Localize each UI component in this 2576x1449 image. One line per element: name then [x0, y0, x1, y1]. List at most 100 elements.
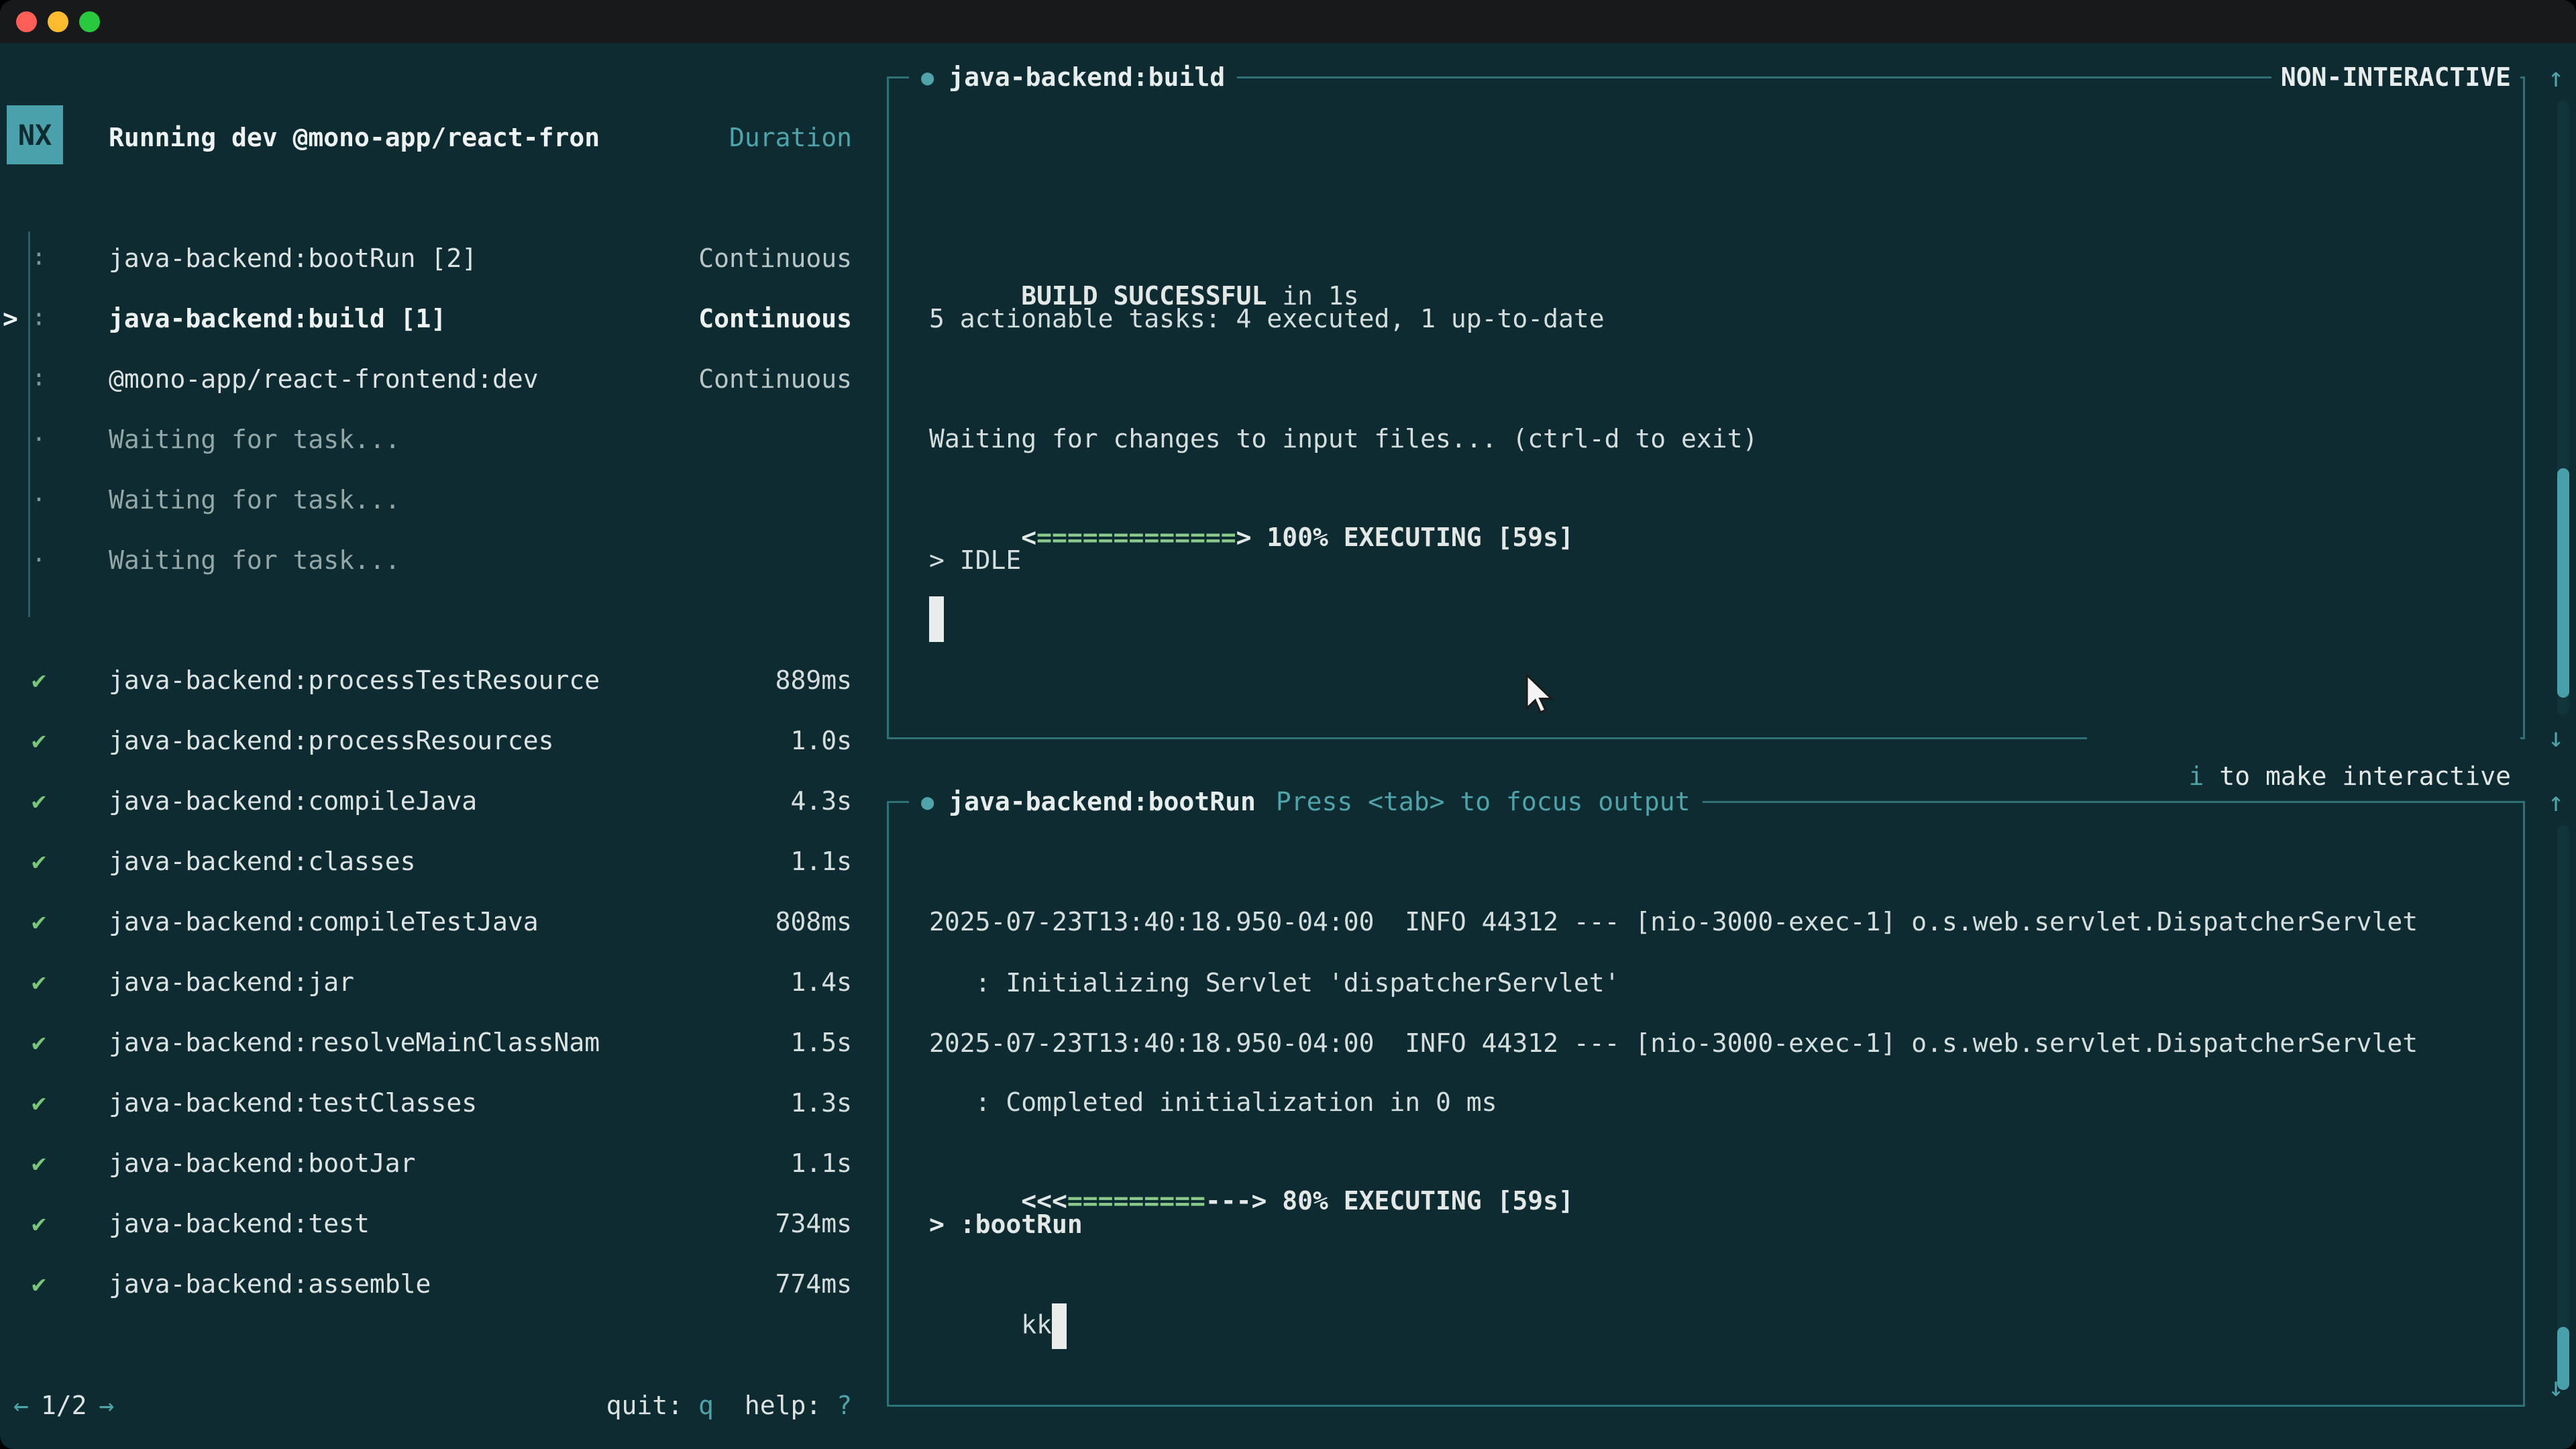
selected-task-pointer-icon: >: [3, 288, 18, 349]
task-success-check-icon: ✔: [27, 771, 51, 831]
task-name: java-backend:bootJar: [109, 1148, 416, 1178]
interactive-hint: i to make interactive: [2087, 720, 2520, 757]
bootrun-scrollbar-track[interactable]: [2557, 825, 2569, 1382]
task-state-icon: ∶: [27, 228, 51, 288]
task-state-icon: ·: [27, 409, 51, 470]
task-duration: 4.3s: [790, 786, 852, 816]
build-actionable-tasks-line: 5 actionable tasks: 4 executed, 1 up-to-…: [929, 300, 1605, 337]
scroll-up-icon[interactable]: ↑: [2537, 784, 2575, 821]
task-name: java-backend:compileTestJava: [109, 907, 539, 936]
interactive-hint-key[interactable]: i: [2189, 761, 2204, 791]
bootrun-prompt-line: > :bootRun: [929, 1205, 1083, 1243]
task-success-check-icon: ✔: [27, 650, 51, 710]
completed-task-row[interactable]: ✔ java-backend:assemble 774ms: [0, 1254, 872, 1314]
focus-output-hint: Press <tab> to focus output: [1276, 783, 1690, 820]
log-line: 2025-07-23T13:40:18.950-04:00 INFO 44312…: [929, 903, 2418, 941]
task-name: java-backend:jar: [109, 967, 354, 997]
duration-column-header: Duration: [729, 123, 852, 152]
build-panel-title-text: java-backend:build: [949, 58, 1225, 96]
task-name: java-backend:resolveMainClassNam: [109, 1028, 600, 1057]
scroll-down-icon[interactable]: ↓: [2537, 719, 2575, 757]
page-prev-arrow[interactable]: ←: [13, 1391, 29, 1420]
bootrun-panel-title-text: java-backend:bootRun: [949, 783, 1256, 820]
task-name: @mono-app/react-frontend:dev: [109, 364, 539, 394]
log-line: 2025-07-23T13:40:18.950-04:00 INFO 44312…: [929, 1024, 2418, 1062]
mouse-cursor: [1521, 672, 1555, 718]
completed-task-row[interactable]: ✔ java-backend:classes 1.1s: [0, 831, 872, 892]
running-task-row[interactable]: ∶ @mono-app/react-frontend:dev Continuou…: [0, 349, 872, 409]
sidebar-footer: ← 1/2 → quit: q help: ?: [0, 1379, 872, 1432]
completed-task-row[interactable]: ✔ java-backend:test 734ms: [0, 1193, 872, 1254]
bootrun-progress-line: <<<=========---> 80% EXECUTING [59s]: [929, 1144, 1574, 1182]
quit-key[interactable]: q: [698, 1391, 714, 1420]
running-task-row[interactable]: · Waiting for task...: [0, 409, 872, 470]
help-label: help:: [745, 1391, 837, 1420]
task-state-icon: ∶: [27, 349, 51, 409]
build-output-panel[interactable]: ● java-backend:build NON-INTERACTIVE BUI…: [887, 76, 2525, 739]
terminal-window: NX Running dev @mono-app/react-fron Dura…: [0, 0, 2576, 1449]
window-zoom-button[interactable]: [79, 11, 100, 32]
page-next-arrow[interactable]: →: [99, 1391, 115, 1420]
window-minimize-button[interactable]: [48, 11, 68, 32]
task-success-check-icon: ✔: [27, 1193, 51, 1254]
task-name: Waiting for task...: [109, 425, 400, 454]
completed-task-row[interactable]: ✔ java-backend:processTestResource 889ms: [0, 650, 872, 710]
window-close-button[interactable]: [16, 11, 37, 32]
running-task-row[interactable]: > ∶ java-backend:build [1] Continuous: [0, 288, 872, 349]
task-duration: 1.4s: [790, 967, 852, 997]
task-state-icon: ·: [27, 530, 51, 590]
progress-bar-fill: =============: [1036, 523, 1236, 552]
progress-status: 100% EXECUTING [59s]: [1251, 523, 1573, 552]
completed-task-row[interactable]: ✔ java-backend:testClasses 1.3s: [0, 1073, 872, 1133]
completed-task-row[interactable]: ✔ java-backend:compileTestJava 808ms: [0, 892, 872, 952]
progress-close: >: [1236, 523, 1252, 552]
task-success-check-icon: ✔: [27, 1133, 51, 1193]
page-indicator: 1/2: [41, 1391, 87, 1420]
bootrun-input-line[interactable]: kk: [929, 1266, 1067, 1303]
help-key[interactable]: ?: [837, 1391, 852, 1420]
task-name: java-backend:assemble: [109, 1269, 431, 1299]
completed-task-row[interactable]: ✔ java-backend:bootJar 1.1s: [0, 1133, 872, 1193]
task-duration: 774ms: [775, 1269, 852, 1299]
completed-task-row[interactable]: ✔ java-backend:processResources 1.0s: [0, 710, 872, 771]
task-success-check-icon: ✔: [27, 1254, 51, 1314]
running-task-row[interactable]: ∶ java-backend:bootRun [2] Continuous: [0, 228, 872, 288]
task-name: java-backend:test: [109, 1209, 370, 1238]
task-success-check-icon: ✔: [27, 1073, 51, 1133]
task-name: java-backend:processResources: [109, 726, 553, 755]
task-success-check-icon: ✔: [27, 1012, 51, 1073]
task-name: java-backend:testClasses: [109, 1088, 477, 1118]
bootrun-output-panel[interactable]: ● java-backend:bootRun Press <tab> to fo…: [887, 801, 2525, 1407]
window-titlebar[interactable]: [0, 0, 2576, 43]
task-success-check-icon: ✔: [27, 952, 51, 1012]
task-status: Continuous: [698, 304, 852, 333]
running-task-row[interactable]: · Waiting for task...: [0, 470, 872, 530]
completed-task-row[interactable]: ✔ java-backend:jar 1.4s: [0, 952, 872, 1012]
task-name: java-backend:build [1]: [109, 304, 446, 333]
sidebar-title: Running dev @mono-app/react-fron: [109, 123, 600, 152]
terminal-cursor: [929, 596, 944, 642]
scroll-down-icon[interactable]: ↓: [2537, 1368, 2575, 1406]
task-running-bullet-icon: ●: [921, 783, 934, 820]
log-line: : Initializing Servlet 'dispatcherServle…: [929, 964, 1620, 1002]
sidebar-header: Running dev @mono-app/react-fron Duratio…: [0, 114, 872, 161]
task-success-check-icon: ✔: [27, 710, 51, 771]
completed-task-list: ✔ java-backend:processTestResource 889ms…: [0, 650, 872, 1314]
progress-open: <: [1021, 523, 1036, 552]
scroll-up-icon[interactable]: ↑: [2537, 59, 2575, 97]
completed-task-row[interactable]: ✔ java-backend:resolveMainClassNam 1.5s: [0, 1012, 872, 1073]
progress-status: 80% EXECUTING [59s]: [1267, 1186, 1574, 1216]
completed-task-row[interactable]: ✔ java-backend:compileJava 4.3s: [0, 771, 872, 831]
quit-label: quit:: [606, 1391, 698, 1420]
task-status: Continuous: [698, 364, 852, 394]
task-duration: 1.0s: [790, 726, 852, 755]
task-duration: 1.1s: [790, 1148, 852, 1178]
task-running-bullet-icon: ●: [921, 58, 934, 96]
build-scrollbar-thumb[interactable]: [2557, 468, 2569, 698]
task-state-icon: ∶: [27, 288, 51, 349]
task-duration: 808ms: [775, 907, 852, 936]
task-name: java-backend:processTestResource: [109, 665, 600, 695]
task-status: Continuous: [698, 244, 852, 273]
log-line: : Completed initialization in 0 ms: [929, 1083, 1497, 1121]
running-task-row[interactable]: · Waiting for task...: [0, 530, 872, 590]
